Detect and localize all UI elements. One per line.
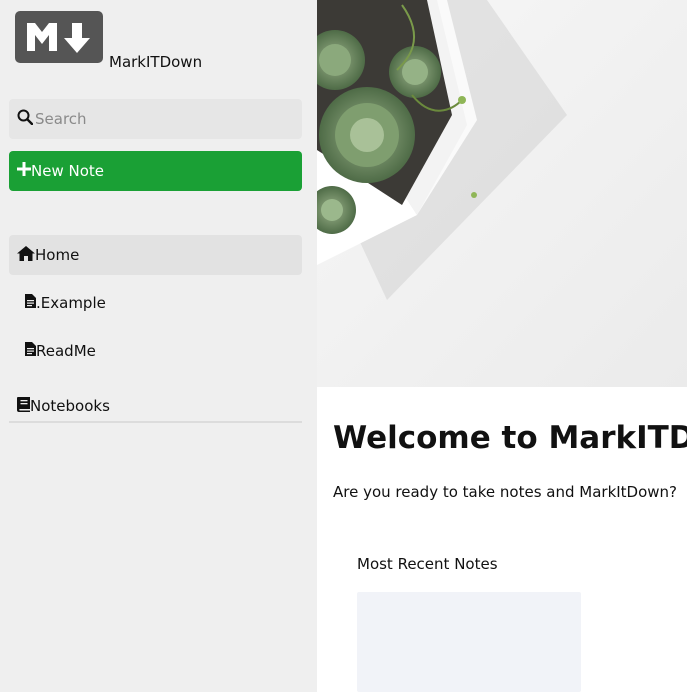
file-text-icon [25, 294, 36, 312]
app-window: MarkITDown New Note [0, 0, 687, 692]
brand[interactable]: MarkITDown [15, 11, 202, 71]
hero-image [317, 0, 687, 387]
search-icon [17, 109, 34, 129]
page-subtitle: Are you ready to take notes and MarkItDo… [333, 483, 678, 501]
new-note-label: New Note [31, 162, 104, 180]
sidebar-note-readme[interactable]: ReadMe [25, 339, 96, 363]
recent-notes-heading: Most Recent Notes [357, 555, 498, 573]
search-input[interactable] [35, 110, 285, 128]
sidebar-item-label: Home [35, 246, 80, 264]
home-icon [17, 245, 35, 265]
file-text-icon [25, 342, 36, 360]
sidebar-note-example[interactable]: .Example [25, 291, 106, 315]
recent-note-card[interactable] [357, 592, 581, 692]
plus-icon [17, 162, 31, 180]
sidebar-note-label: .Example [36, 294, 106, 312]
brand-name: MarkITDown [109, 53, 203, 71]
page-title: Welcome to MarkITDown [333, 420, 687, 456]
main-content: Welcome to MarkITDown Are you ready to t… [317, 0, 687, 692]
sidebar-item-home[interactable]: Home [9, 235, 302, 275]
sidebar: MarkITDown New Note [0, 0, 317, 692]
sidebar-note-label: ReadMe [36, 342, 96, 360]
search-box[interactable] [9, 99, 302, 139]
sidebar-item-notebooks[interactable]: Notebooks [9, 391, 302, 423]
book-icon [17, 396, 30, 416]
new-note-button[interactable]: New Note [9, 151, 302, 191]
markdown-logo-icon [15, 11, 103, 63]
sidebar-item-label: Notebooks [30, 397, 110, 415]
